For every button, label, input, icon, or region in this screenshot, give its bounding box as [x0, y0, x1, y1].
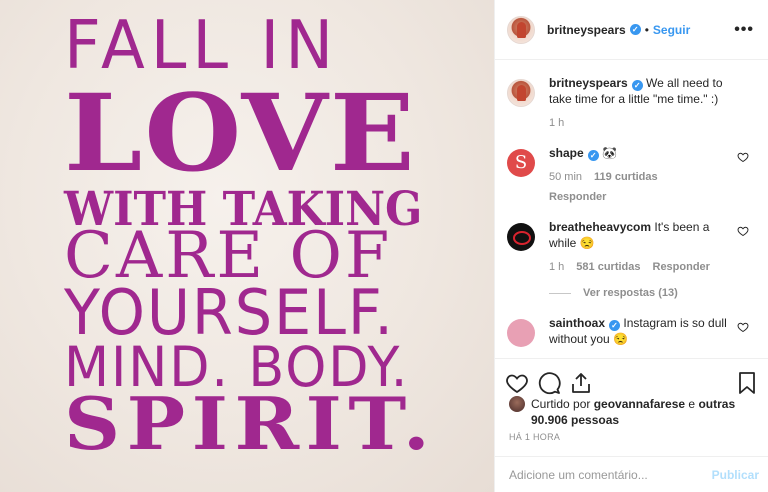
- verified-icon: ✓: [631, 80, 643, 91]
- comment-input[interactable]: [509, 467, 712, 482]
- view-replies-label: Ver respostas (13): [583, 287, 678, 299]
- caption-time[interactable]: 1 h: [549, 115, 564, 131]
- author-username[interactable]: britneyspears: [547, 23, 626, 37]
- commenter-avatar[interactable]: [507, 319, 535, 347]
- follow-button[interactable]: Seguir: [653, 23, 690, 37]
- comment-likes[interactable]: 119 curtidas: [594, 169, 658, 185]
- comment-time[interactable]: 50 min: [549, 169, 582, 185]
- comment-likes[interactable]: 581 curtidas: [576, 259, 640, 275]
- quote-line: SPIRIT.: [64, 381, 437, 466]
- verified-icon: ✓: [629, 24, 641, 35]
- reply-button[interactable]: Responder: [653, 259, 710, 275]
- post-sidebar: britneyspears ✓ • Seguir ••• britneyspea…: [494, 0, 768, 492]
- more-icon[interactable]: •••: [734, 21, 754, 39]
- caption-username[interactable]: britneyspears: [549, 76, 628, 90]
- comment-like-icon[interactable]: [737, 151, 749, 163]
- verified-icon: ✓: [587, 150, 599, 161]
- commenter-avatar[interactable]: [507, 223, 535, 251]
- author-avatar[interactable]: [507, 79, 535, 107]
- caption: britneyspears ✓ We all need to take time …: [507, 75, 755, 131]
- comments-list[interactable]: britneyspears ✓ We all need to take time …: [495, 61, 768, 357]
- reply-button[interactable]: Responder: [549, 189, 737, 205]
- share-icon[interactable]: [569, 371, 593, 395]
- post-header: britneyspears ✓ • Seguir •••: [495, 0, 768, 60]
- comment-username[interactable]: shape: [549, 146, 584, 160]
- comment-text: 🐼: [602, 146, 617, 160]
- comment-like-icon[interactable]: [737, 225, 749, 237]
- likes-middle: e: [685, 397, 699, 411]
- comment-icon[interactable]: [537, 371, 561, 395]
- author-avatar[interactable]: [507, 15, 535, 44]
- comment-like-icon[interactable]: [737, 321, 749, 333]
- view-replies-button[interactable]: Ver respostas (13): [549, 287, 755, 299]
- action-bar: [495, 358, 768, 398]
- comment-username[interactable]: sainthoax: [549, 316, 605, 330]
- separator-dot: •: [644, 22, 649, 37]
- quote-artwork: FALL IN LOVE WITH TAKING CARE OF YOURSEL…: [0, 0, 494, 492]
- post-timestamp[interactable]: HÁ 1 HORA: [509, 432, 560, 442]
- divider: [549, 292, 571, 294]
- comment-username[interactable]: breatheheavycom: [549, 220, 651, 234]
- comment-item: S shape ✓ 🐼 50 min 119 curtidas Responder: [507, 145, 755, 205]
- likes-summary: Curtido por geovannafarese e outras 90.9…: [509, 396, 759, 428]
- heart-icon[interactable]: [505, 371, 529, 395]
- liker-avatar[interactable]: [509, 396, 525, 412]
- liker-username[interactable]: geovannafarese: [594, 397, 685, 411]
- comment-item: sainthoax ✓ Instagram is so dull without …: [507, 315, 755, 347]
- publish-button[interactable]: Publicar: [712, 468, 759, 482]
- instagram-post: FALL IN LOVE WITH TAKING CARE OF YOURSEL…: [0, 0, 768, 492]
- quote-line: LOVE: [64, 70, 417, 195]
- bookmark-icon[interactable]: [735, 371, 759, 395]
- comment-time[interactable]: 1 h: [549, 259, 564, 275]
- commenter-avatar[interactable]: S: [507, 149, 535, 177]
- add-comment-bar: Publicar: [495, 456, 768, 492]
- post-image[interactable]: FALL IN LOVE WITH TAKING CARE OF YOURSEL…: [0, 0, 494, 492]
- comment-item: breatheheavycom It's been a while 😒 1 h …: [507, 219, 755, 275]
- verified-icon: ✓: [609, 320, 621, 331]
- likes-prefix: Curtido por: [531, 397, 594, 411]
